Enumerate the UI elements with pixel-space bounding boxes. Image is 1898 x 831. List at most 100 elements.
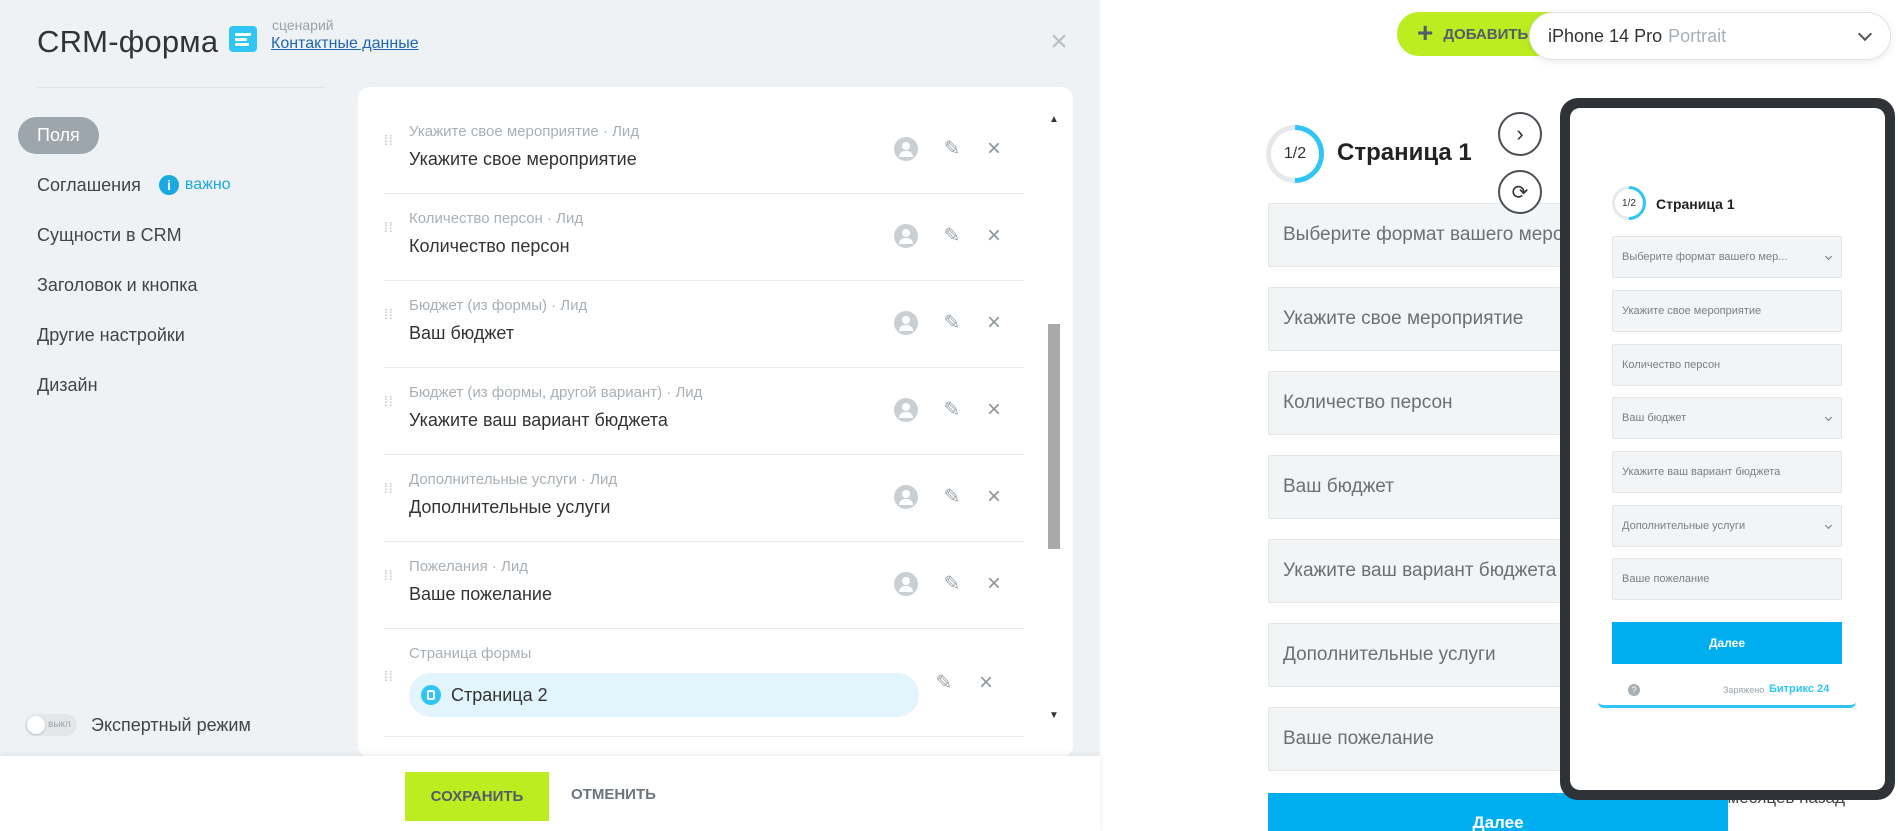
- menu-item-fields[interactable]: Поля: [18, 110, 328, 160]
- field-name: Укажите ваш вариант бюджета: [409, 410, 668, 430]
- user-icon[interactable]: [894, 137, 918, 161]
- phone-field[interactable]: Укажите ваш вариант бюджета: [1612, 451, 1842, 493]
- panel-title: CRM-форма: [37, 24, 219, 59]
- menu-item-agreements[interactable]: Соглашения i важно: [18, 160, 328, 210]
- phone-field[interactable]: Ваше пожелание: [1612, 558, 1842, 600]
- dropdown-arrow-icon: [1824, 252, 1833, 261]
- edit-icon[interactable]: ✎: [940, 224, 964, 248]
- user-icon[interactable]: [894, 311, 918, 335]
- phone-next-button[interactable]: Далее: [1612, 622, 1842, 664]
- delete-icon[interactable]: ×: [982, 572, 1006, 596]
- field-row[interactable]: ⁞⁞ Пожелания · Лид Ваше пожелание ✎ ×: [384, 542, 1024, 629]
- drag-handle-icon[interactable]: ⁞⁞: [384, 669, 396, 695]
- field-name: Количество персон: [409, 236, 570, 256]
- menu-item-label: Соглашения: [37, 174, 141, 195]
- phone-field[interactable]: Ваш бюджет: [1612, 397, 1842, 439]
- close-icon[interactable]: ×: [1046, 27, 1072, 57]
- phone-preview: 1/2 Страница 1 Выберите формат вашего ме…: [1560, 98, 1895, 800]
- field-row[interactable]: ⁞⁞ Укажите свое мероприятие · Лид Укажит…: [384, 107, 1024, 194]
- menu-divider: [37, 87, 326, 88]
- brand-logo: Битрикс 24: [1769, 683, 1830, 695]
- scrollbar[interactable]: ▲ ▼: [1047, 114, 1061, 724]
- next-page-button[interactable]: ›: [1498, 112, 1542, 156]
- rotate-icon: ⟳: [1511, 181, 1529, 204]
- menu-item-label: Поля: [18, 116, 99, 154]
- user-icon[interactable]: [894, 572, 918, 596]
- page-icon: [421, 685, 441, 705]
- help-icon[interactable]: ?: [1628, 684, 1640, 696]
- drag-handle-icon[interactable]: ⁞⁞: [384, 220, 396, 246]
- delete-icon[interactable]: ×: [982, 311, 1006, 335]
- field-row[interactable]: ⁞⁞ Дополнительные услуги · Лид Дополните…: [384, 455, 1024, 542]
- drag-handle-icon[interactable]: ⁞⁞: [384, 307, 396, 333]
- dropdown-arrow-icon: [1824, 413, 1833, 422]
- important-badge[interactable]: i важно: [158, 175, 231, 195]
- phone-field-label: Укажите ваш вариант бюджета: [1622, 466, 1781, 478]
- toggle-knob: [27, 716, 45, 734]
- menu-item-design[interactable]: Дизайн: [18, 360, 328, 410]
- save-button[interactable]: СОХРАНИТЬ: [405, 772, 549, 821]
- edit-icon[interactable]: ✎: [940, 485, 964, 509]
- dropdown-arrow-icon: [1824, 521, 1833, 530]
- page-break-row[interactable]: ⁞⁞ Страница формы Страница 2 ✎ ×: [384, 629, 1024, 737]
- edit-icon[interactable]: ✎: [940, 137, 964, 161]
- drag-handle-icon[interactable]: ⁞⁞: [384, 133, 396, 159]
- delete-icon[interactable]: ×: [982, 485, 1006, 509]
- preview-progress: 1/2: [1253, 112, 1337, 196]
- menu-item-label: Другие настройки: [37, 324, 185, 345]
- menu-item-other-settings[interactable]: Другие настройки: [18, 310, 328, 360]
- page-pill[interactable]: Страница 2: [409, 673, 919, 717]
- fields-card: ⁞⁞ Укажите свое мероприятие · Лид Укажит…: [358, 87, 1073, 757]
- user-icon[interactable]: [894, 398, 918, 422]
- menu-item-header-button[interactable]: Заголовок и кнопка: [18, 260, 328, 310]
- expert-mode-toggle[interactable]: выкл: [25, 714, 77, 736]
- toggle-state-label: выкл: [48, 719, 71, 730]
- drag-handle-icon[interactable]: ⁞⁞: [384, 568, 396, 594]
- field-actions: ✎ ×: [894, 137, 1024, 163]
- scenario-caption: сценарий: [272, 17, 334, 33]
- info-icon: i: [158, 175, 179, 195]
- scenario-link[interactable]: Контактные данные: [271, 35, 419, 53]
- scroll-up-icon[interactable]: ▲: [1047, 114, 1061, 125]
- user-icon[interactable]: [894, 485, 918, 509]
- delete-icon[interactable]: ×: [982, 224, 1006, 248]
- field-row[interactable]: ⁞⁞ Бюджет (из формы, другой вариант) · Л…: [384, 368, 1024, 455]
- edit-icon[interactable]: ✎: [940, 398, 964, 422]
- delete-icon[interactable]: ×: [982, 137, 1006, 161]
- scroll-down-icon[interactable]: ▼: [1047, 710, 1061, 721]
- field-row[interactable]: ⁞⁞ Бюджет (из формы) · Лид Ваш бюджет ✎ …: [384, 281, 1024, 368]
- delete-icon[interactable]: ×: [974, 671, 998, 695]
- edit-icon[interactable]: ✎: [940, 572, 964, 596]
- device-select[interactable]: iPhone 14 Pro Portrait: [1529, 12, 1891, 60]
- menu-item-label: Сущности в CRM: [37, 224, 182, 245]
- field-meta: Страница формы: [409, 645, 532, 662]
- field-actions: ✎ ×: [932, 671, 1022, 697]
- phone-field[interactable]: Выберите формат вашего мер...: [1612, 236, 1842, 278]
- edit-icon[interactable]: ✎: [932, 671, 956, 695]
- crm-form-panel: CRM-форма сценарий Контактные данные × П…: [0, 0, 1100, 831]
- expert-mode-label: Экспертный режим: [91, 714, 251, 735]
- phone-field-label: Ваш бюджет: [1622, 412, 1687, 424]
- drag-handle-icon[interactable]: ⁞⁞: [384, 481, 396, 507]
- field-actions: ✎ ×: [894, 311, 1024, 337]
- phone-progress-label: 1/2: [1622, 197, 1636, 209]
- delete-icon[interactable]: ×: [982, 398, 1006, 422]
- scrollbar-thumb[interactable]: [1048, 324, 1060, 549]
- phone-field-label: Количество персон: [1622, 359, 1721, 371]
- phone-field-label: Ваше пожелание: [1622, 573, 1710, 585]
- menu-item-crm-entities[interactable]: Сущности в CRM: [18, 210, 328, 260]
- drag-handle-icon[interactable]: ⁞⁞: [384, 394, 396, 420]
- edit-icon[interactable]: ✎: [940, 311, 964, 335]
- phone-field[interactable]: Количество персон: [1612, 344, 1842, 386]
- field-row[interactable]: ⁞⁞ Количество персон · Лид Количество пе…: [384, 194, 1024, 281]
- field-actions: ✎ ×: [894, 572, 1024, 598]
- phone-field[interactable]: Дополнительные услуги: [1612, 505, 1842, 547]
- rotate-device-button[interactable]: ⟳: [1498, 170, 1542, 214]
- cancel-button[interactable]: ОТМЕНИТЬ: [571, 786, 656, 803]
- field-meta: Бюджет (из формы, другой вариант) · Лид: [409, 384, 703, 401]
- user-icon[interactable]: [894, 224, 918, 248]
- phone-field[interactable]: Укажите свое мероприятие: [1612, 290, 1842, 332]
- field-name: Ваше пожелание: [409, 584, 552, 604]
- field-name: Укажите свое мероприятие: [409, 149, 637, 169]
- fields-list: ⁞⁞ Укажите свое мероприятие · Лид Укажит…: [384, 107, 1024, 737]
